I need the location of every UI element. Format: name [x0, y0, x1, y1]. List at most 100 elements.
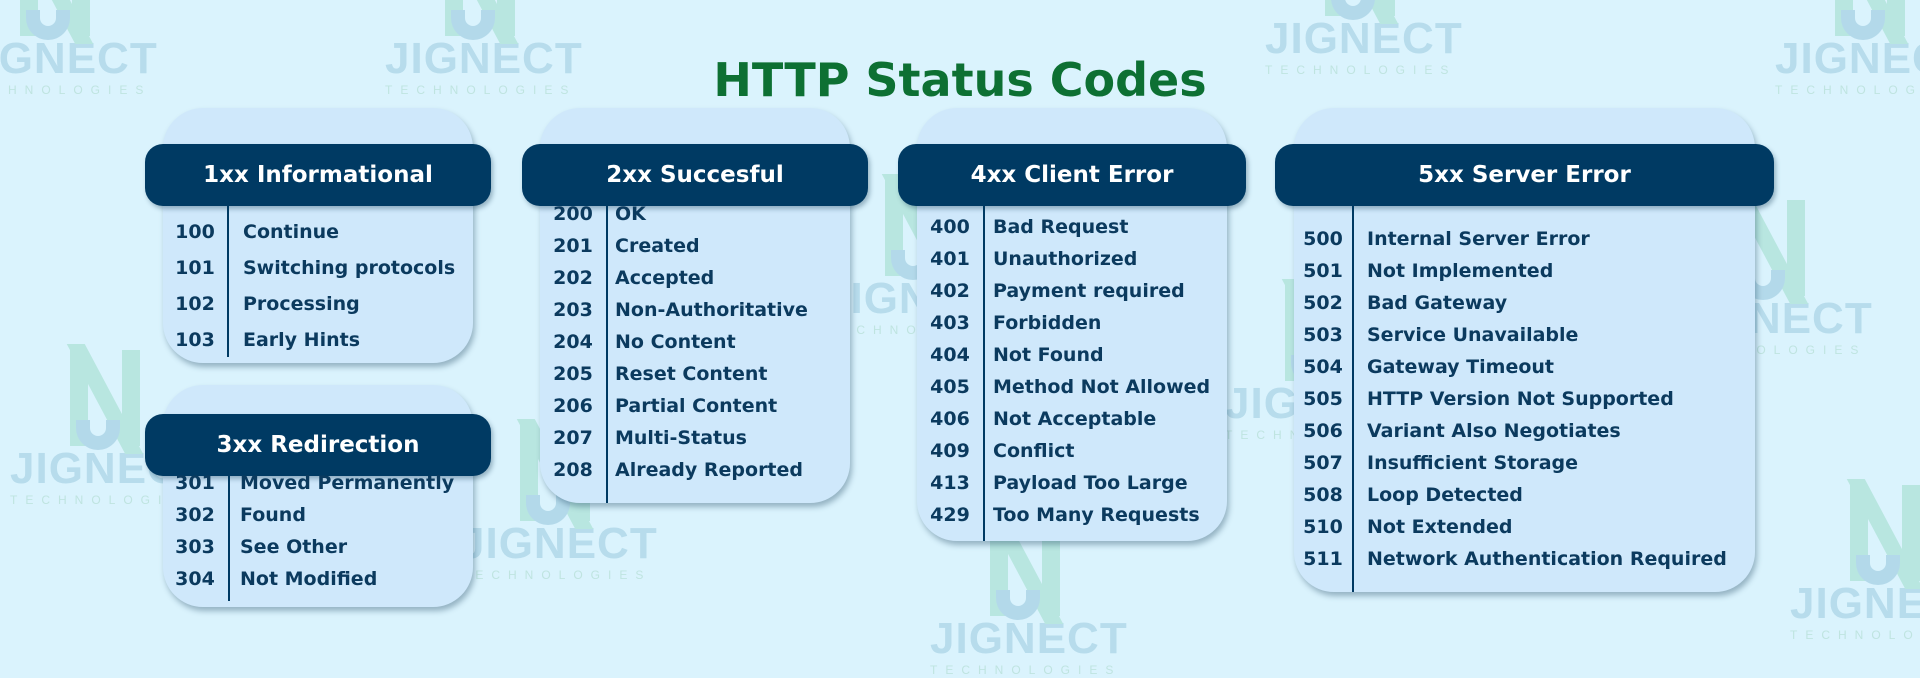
- status-row: 506 Variant Also Negotiates: [1294, 415, 1755, 447]
- status-label: Loop Detected: [1367, 484, 1523, 506]
- jignect-watermark: JIGNECTTECHNOLOGIES: [930, 514, 1128, 678]
- status-row: 507 Insufficient Storage: [1294, 447, 1755, 479]
- status-row: 102 Processing: [163, 286, 473, 322]
- status-card-3xx: 3xx Redirection 301 Moved Permanently 302 Fo…: [145, 385, 491, 607]
- card-header-title: 1xx Informational: [203, 162, 433, 188]
- watermark-sub: TECHNOLOGIES: [1790, 628, 1920, 642]
- status-card-5xx: 5xx Server Error 500 Internal Server Error…: [1275, 108, 1774, 592]
- status-label: Internal Server Error: [1367, 228, 1590, 250]
- status-code: 500: [1303, 228, 1343, 250]
- status-label: Too Many Requests: [993, 504, 1200, 526]
- status-row: 403 Forbidden: [917, 307, 1227, 339]
- status-label: See Other: [240, 536, 348, 558]
- status-label: Not Modified: [240, 568, 378, 590]
- status-label: Not Acceptable: [993, 408, 1157, 430]
- status-code: 201: [553, 235, 593, 257]
- status-label: Variant Also Negotiates: [1367, 420, 1621, 442]
- jignect-logo-icon: [441, 0, 519, 44]
- status-code: 511: [1303, 548, 1343, 570]
- status-label: Not Found: [993, 344, 1104, 366]
- status-label: Created: [615, 235, 700, 257]
- status-row: 304 Not Modified: [163, 563, 473, 595]
- status-row: 201 Created: [540, 230, 850, 262]
- status-list: 200 OK 201 Created 202 Accepted 203 Non-Authori…: [540, 198, 850, 486]
- status-code: 504: [1303, 356, 1343, 378]
- status-card-4xx: 4xx Client Error 400 Bad Request 401 Unautho…: [898, 108, 1246, 541]
- status-code: 204: [553, 331, 593, 353]
- status-row: 302 Found: [163, 499, 473, 531]
- status-list: 500 Internal Server Error 501 Not Implement…: [1294, 223, 1755, 575]
- status-row: 510 Not Extended: [1294, 511, 1755, 543]
- status-row: 505 HTTP Version Not Supported: [1294, 383, 1755, 415]
- status-row: 404 Not Found: [917, 339, 1227, 371]
- watermark-word: JIGNECT: [460, 519, 658, 568]
- card-header-title: 2xx Succesful: [606, 162, 784, 188]
- page-title: HTTP Status Codes: [713, 52, 1207, 107]
- status-row: 200 OK: [540, 198, 850, 230]
- status-row: 204 No Content: [540, 326, 850, 358]
- status-label: Non-Authoritative: [615, 299, 808, 321]
- status-code: 401: [930, 248, 970, 270]
- status-row: 502 Bad Gateway: [1294, 287, 1755, 319]
- status-label: Not Extended: [1367, 516, 1513, 538]
- status-code: 202: [553, 267, 593, 289]
- card-header-title: 3xx Redirection: [216, 432, 420, 458]
- status-label: Network Authentication Required: [1367, 548, 1727, 570]
- status-code: 402: [930, 280, 970, 302]
- status-code: 501: [1303, 260, 1343, 282]
- status-row: 413 Payload Too Large: [917, 467, 1227, 499]
- status-label: Continue: [243, 221, 340, 243]
- status-row: 101 Switching protocols: [163, 250, 473, 286]
- status-code: 200: [553, 203, 593, 225]
- status-label: Service Unavailable: [1367, 324, 1579, 346]
- status-code: 207: [553, 427, 593, 449]
- status-label: Insufficient Storage: [1367, 452, 1579, 474]
- status-row: 400 Bad Request: [917, 211, 1227, 243]
- status-code: 103: [175, 329, 215, 351]
- status-list: 100 Continue 101 Switching protocols 102 Proc…: [163, 214, 473, 358]
- status-code: 507: [1303, 452, 1343, 474]
- status-code: 101: [175, 257, 215, 279]
- status-row: 401 Unauthorized: [917, 243, 1227, 275]
- status-code: 102: [175, 293, 215, 315]
- status-code: 429: [930, 504, 970, 526]
- status-code: 100: [175, 221, 215, 243]
- status-row: 500 Internal Server Error: [1294, 223, 1755, 255]
- status-code: 203: [553, 299, 593, 321]
- status-row: 503 Service Unavailable: [1294, 319, 1755, 351]
- status-label: Payment required: [993, 280, 1185, 302]
- status-row: 103 Early Hints: [163, 322, 473, 358]
- status-code: 505: [1303, 388, 1343, 410]
- status-row: 406 Not Acceptable: [917, 403, 1227, 435]
- status-row: 303 See Other: [163, 531, 473, 563]
- jignect-logo-icon: [16, 0, 94, 44]
- status-label: Forbidden: [993, 312, 1102, 334]
- status-card-2xx: 2xx Succesful 200 OK 201 Created 202 Accepted 2…: [522, 108, 868, 503]
- status-label: Reset Content: [615, 363, 768, 385]
- jignect-logo-icon: [1831, 0, 1909, 44]
- status-row: 206 Partial Content: [540, 390, 850, 422]
- status-label: Conflict: [993, 440, 1075, 462]
- status-row: 504 Gateway Timeout: [1294, 351, 1755, 383]
- status-code: 406: [930, 408, 970, 430]
- status-code: 403: [930, 312, 970, 334]
- status-code: 404: [930, 344, 970, 366]
- status-row: 402 Payment required: [917, 275, 1227, 307]
- status-label: Found: [240, 504, 306, 526]
- status-label: Accepted: [615, 267, 715, 289]
- status-row: 508 Loop Detected: [1294, 479, 1755, 511]
- status-code: 302: [175, 504, 215, 526]
- status-code: 503: [1303, 324, 1343, 346]
- status-code: 303: [175, 536, 215, 558]
- jignect-logo-icon: [66, 344, 144, 454]
- status-code: 205: [553, 363, 593, 385]
- status-code: 508: [1303, 484, 1343, 506]
- status-code: 301: [175, 472, 215, 494]
- watermark-sub: TECHNOLOGIES: [930, 663, 1122, 677]
- status-row: 409 Conflict: [917, 435, 1227, 467]
- status-row: 511 Network Authentication Required: [1294, 543, 1755, 575]
- status-label: Switching protocols: [243, 257, 456, 279]
- status-code: 400: [930, 216, 970, 238]
- watermark-word: JIGNECT: [930, 614, 1128, 663]
- status-row: 301 Moved Permanently: [163, 467, 473, 499]
